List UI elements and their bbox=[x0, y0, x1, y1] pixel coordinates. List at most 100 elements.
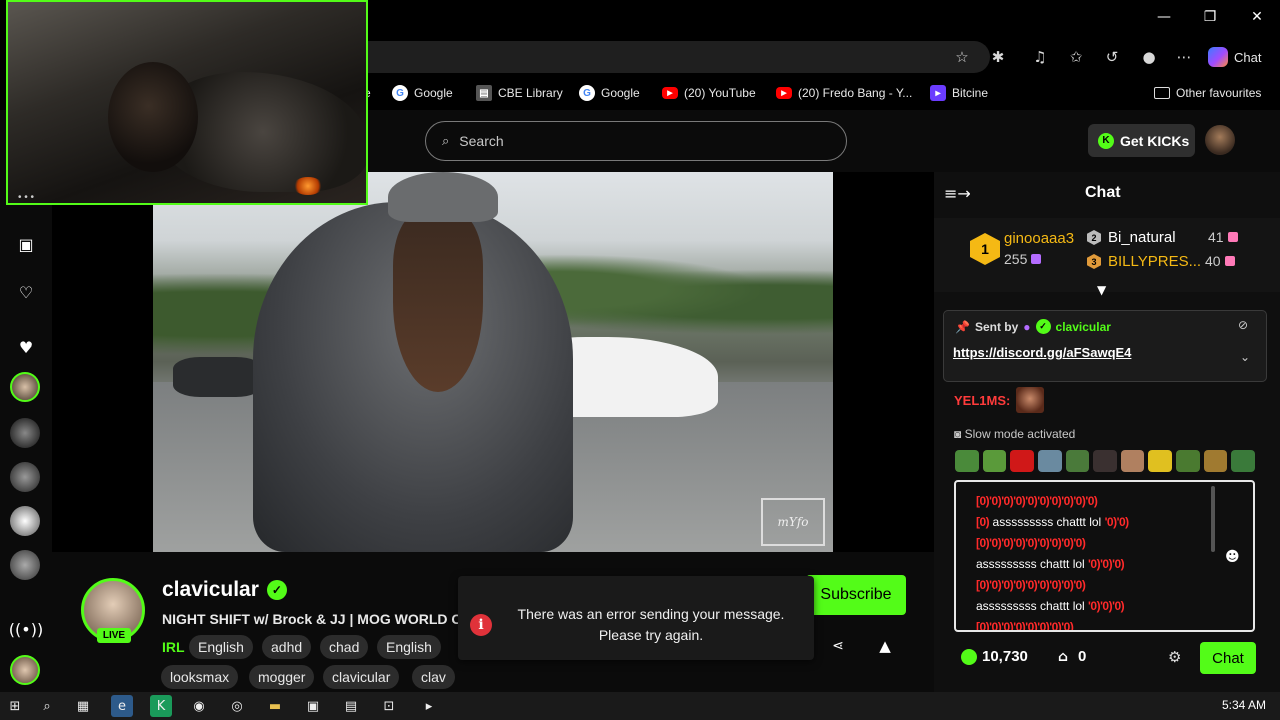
following-icon[interactable]: ♡ bbox=[12, 278, 40, 306]
search-input[interactable]: ⌕ Search bbox=[425, 121, 847, 161]
close-button[interactable]: ✕ bbox=[1243, 4, 1271, 30]
address-bar[interactable] bbox=[340, 41, 990, 73]
emote-button[interactable] bbox=[1203, 450, 1228, 472]
cbe-icon: ▤ bbox=[476, 85, 492, 101]
kick-app-icon[interactable]: K bbox=[150, 695, 172, 717]
emote-button[interactable] bbox=[1231, 450, 1256, 472]
emote-button[interactable] bbox=[1037, 450, 1062, 472]
favorites-icon[interactable]: ✩ bbox=[1063, 44, 1089, 70]
sent-by-label: Sent by bbox=[974, 319, 1019, 334]
channel-points[interactable]: 10,730 bbox=[961, 648, 1028, 665]
followed-heart-icon[interactable]: ♥ bbox=[12, 333, 40, 361]
favorite-star-icon[interactable]: ☆ bbox=[949, 44, 975, 70]
taskbar-clock: 5:34 AM bbox=[1222, 698, 1267, 712]
input-scrollbar[interactable] bbox=[1211, 486, 1215, 552]
start-icon[interactable]: ⊞ bbox=[4, 695, 26, 717]
tag[interactable]: mogger bbox=[249, 665, 315, 689]
chevron-down-icon[interactable]: ⌄ bbox=[1240, 350, 1250, 364]
sidebar-channel-avatar[interactable] bbox=[10, 462, 40, 492]
get-kicks-label: Get KICKs bbox=[1120, 132, 1190, 149]
copilot-chat-button[interactable]: Chat bbox=[1208, 44, 1261, 70]
bookmark-cbe-library[interactable]: ▤ CBE Library bbox=[476, 82, 563, 104]
sidebar-channel-avatar[interactable] bbox=[10, 418, 40, 448]
emote-button[interactable] bbox=[1148, 450, 1173, 472]
webcam-overlay: • • • bbox=[6, 0, 368, 205]
streamer-name[interactable]: clavicular ✓ bbox=[162, 578, 287, 602]
task-view-icon[interactable]: ▦ bbox=[72, 695, 94, 717]
emote-button[interactable] bbox=[1065, 450, 1090, 472]
share-icon[interactable]: ⋖ bbox=[828, 636, 848, 656]
bookmark-youtube[interactable]: ▶ (20) YouTube bbox=[662, 82, 756, 104]
shop-counter[interactable]: ⌂ 0 bbox=[1058, 648, 1086, 665]
category-link[interactable]: IRL bbox=[162, 639, 185, 655]
bookmark-google-2[interactable]: G Google bbox=[579, 82, 640, 104]
tag[interactable]: adhd bbox=[262, 635, 312, 659]
profile-icon[interactable]: ● bbox=[1136, 44, 1162, 70]
steam-icon[interactable]: ◉ bbox=[188, 695, 210, 717]
emoji-picker-icon[interactable]: ☻ bbox=[1225, 549, 1240, 565]
history-icon[interactable]: ↺ bbox=[1099, 44, 1125, 70]
subscribe-button[interactable]: Subscribe bbox=[806, 575, 906, 615]
leaderboard-entry-3[interactable]: 3 BILLYPRES... bbox=[1087, 253, 1201, 270]
leaderboard-entry-2[interactable]: 2 Bi_natural bbox=[1087, 229, 1176, 246]
chat-settings-gear-icon[interactable]: ⚙ bbox=[1168, 648, 1181, 666]
terminal-icon[interactable]: ▸ bbox=[418, 695, 440, 717]
sidebar-channel-avatar[interactable] bbox=[10, 550, 40, 580]
verified-icon: ✓ bbox=[266, 580, 287, 600]
chat-username[interactable]: YEL1MS: bbox=[954, 393, 1010, 408]
expand-leaderboard-icon[interactable]: ▼ bbox=[1097, 283, 1106, 297]
live-broadcast-icon[interactable]: ((•)) bbox=[9, 615, 43, 643]
points-value: 10,730 bbox=[982, 648, 1028, 665]
emote-button[interactable] bbox=[1120, 450, 1145, 472]
file-explorer-icon[interactable]: ▬ bbox=[264, 695, 286, 717]
video-frame[interactable]: mYfo bbox=[153, 172, 833, 552]
send-chat-button[interactable]: Chat bbox=[1200, 642, 1256, 674]
sidebar-own-avatar[interactable] bbox=[10, 655, 40, 685]
emote-button[interactable] bbox=[1093, 450, 1117, 472]
report-warning-icon[interactable]: ▲ bbox=[875, 636, 895, 656]
bookmark-fredo-bang[interactable]: ▶ (20) Fredo Bang - Y... bbox=[776, 82, 912, 104]
chat-message-input[interactable]: [0)'0)'0)'0)'0)'0)'0)'0)'0)'0) [0) assss… bbox=[954, 480, 1255, 632]
emote-button[interactable] bbox=[955, 450, 979, 472]
emote-button[interactable] bbox=[982, 450, 1007, 472]
browse-icon[interactable]: ▣ bbox=[12, 230, 40, 258]
taskbar-search-icon[interactable]: ⌕ bbox=[36, 695, 58, 717]
emote-bar bbox=[955, 450, 1256, 474]
tag[interactable]: clav bbox=[412, 665, 455, 689]
hide-pin-icon[interactable]: ⊘ bbox=[1238, 318, 1248, 332]
pinned-link[interactable]: https://discord.gg/aFSawqE4 bbox=[953, 345, 1131, 360]
emote-button[interactable] bbox=[1010, 450, 1034, 472]
more-menu-icon[interactable]: ⋯ bbox=[1171, 44, 1197, 70]
get-kicks-button[interactable]: K Get KICKs bbox=[1088, 124, 1195, 157]
pinned-sender: 📌 Sent by ● ✓ clavicular bbox=[955, 319, 1111, 334]
tag[interactable]: clavicular bbox=[323, 665, 400, 689]
sidebar-channel-avatar[interactable] bbox=[10, 372, 40, 402]
sidebar-channel-avatar[interactable] bbox=[10, 506, 40, 536]
input-line: [0)'0)'0)'0)'0)'0)'0)'0)'0)'0) bbox=[976, 494, 1098, 508]
leaderboard-value-text: 41 bbox=[1208, 229, 1224, 245]
leaderboard-name-1[interactable]: ginooaaa3 bbox=[1004, 230, 1074, 247]
tag[interactable]: looksmax bbox=[161, 665, 239, 689]
bookmark-google[interactable]: G Google bbox=[392, 82, 453, 104]
tag[interactable]: chad bbox=[320, 635, 369, 659]
shop-icon: ⌂ bbox=[1058, 648, 1069, 665]
user-avatar[interactable] bbox=[1205, 125, 1235, 155]
search-placeholder: Search bbox=[459, 133, 504, 149]
minimize-button[interactable]: — bbox=[1150, 4, 1178, 30]
tag[interactable]: English bbox=[189, 635, 253, 659]
store-icon[interactable]: ⊡ bbox=[378, 695, 400, 717]
app-icon[interactable]: ▤ bbox=[340, 695, 362, 717]
other-favourites[interactable]: Other favourites bbox=[1154, 82, 1261, 104]
bookmark-bitcine[interactable]: ▸ Bitcine bbox=[930, 82, 988, 104]
bookmark-label: Google bbox=[601, 86, 640, 100]
epic-games-icon[interactable]: ▣ bbox=[302, 695, 324, 717]
tag[interactable]: English bbox=[377, 635, 441, 659]
edge-icon[interactable]: e bbox=[111, 695, 133, 717]
extensions-icon[interactable]: ✱ bbox=[985, 44, 1011, 70]
discord-icon[interactable]: ◎ bbox=[226, 695, 248, 717]
media-icon[interactable]: ♫ bbox=[1027, 44, 1053, 70]
pinned-sender-name[interactable]: clavicular bbox=[1056, 320, 1111, 334]
restore-button[interactable]: ❐ bbox=[1196, 4, 1224, 30]
collapse-chat-icon[interactable]: ≡→ bbox=[944, 184, 971, 204]
emote-button[interactable] bbox=[1176, 450, 1200, 472]
